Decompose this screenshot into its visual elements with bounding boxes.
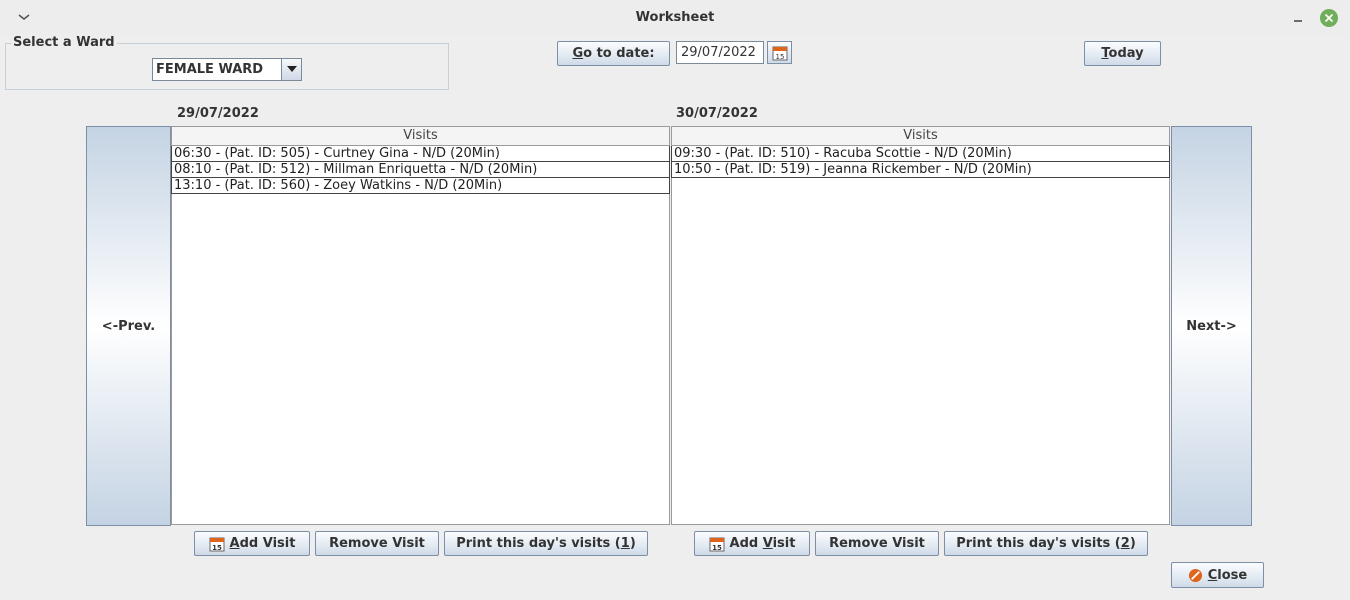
cancel-icon (1188, 568, 1202, 582)
day1-remove-visit-button[interactable]: Remove Visit (315, 531, 439, 556)
go-to-date-label: Go to date: (572, 46, 655, 61)
calendar-icon: 15 (709, 537, 725, 552)
list-item[interactable]: 10:50 - (Pat. ID: 519) - Jeanna Rickembe… (672, 162, 1169, 178)
date-picker-button[interactable]: 15 (767, 41, 792, 64)
today-label: Today (1101, 46, 1144, 61)
day1-print-visits-button[interactable]: Print this day's visits (1) (444, 531, 648, 556)
ward-group-label: Select a Ward (11, 35, 117, 50)
minimize-icon[interactable] (1291, 10, 1305, 24)
go-to-date-button[interactable]: Go to date: (557, 41, 670, 66)
next-button[interactable]: Next-> (1171, 126, 1252, 526)
day2-remove-visit-button[interactable]: Remove Visit (815, 531, 939, 556)
day1-visits-list[interactable]: Visits 06:30 - (Pat. ID: 505) - Curtney … (171, 126, 670, 525)
ward-dropdown-value: FEMALE WARD (156, 62, 264, 77)
day1-rows: 06:30 - (Pat. ID: 505) - Curtney Gina - … (171, 146, 670, 194)
close-window-button[interactable] (1320, 9, 1338, 27)
date-field[interactable]: 29/07/2022 (676, 41, 764, 64)
close-button[interactable]: Close (1171, 562, 1264, 588)
day2-add-visit-button[interactable]: 15 Add Visit (694, 531, 810, 556)
day2-date-label: 30/07/2022 (676, 106, 758, 121)
list-item[interactable]: 06:30 - (Pat. ID: 505) - Curtney Gina - … (172, 146, 669, 162)
calendar-icon: 15 (772, 46, 788, 61)
title-bar: Worksheet (0, 0, 1350, 36)
list-item[interactable]: 13:10 - (Pat. ID: 560) - Zoey Watkins - … (172, 178, 669, 194)
svg-text:15: 15 (776, 53, 785, 61)
list-item[interactable]: 09:30 - (Pat. ID: 510) - Racuba Scottie … (672, 146, 1169, 162)
list-item[interactable]: 08:10 - (Pat. ID: 512) - Millman Enrique… (172, 162, 669, 178)
svg-text:15: 15 (712, 544, 722, 552)
today-button[interactable]: Today (1084, 41, 1161, 66)
prev-button[interactable]: <-Prev. (86, 126, 171, 526)
day2-column-header: Visits (672, 127, 1169, 146)
day2-print-visits-button[interactable]: Print this day's visits (2) (944, 531, 1148, 556)
dropdown-arrow[interactable] (281, 59, 301, 80)
day1-date-label: 29/07/2022 (177, 106, 259, 121)
day2-rows: 09:30 - (Pat. ID: 510) - Racuba Scottie … (671, 146, 1170, 178)
day2-print-label: Print this day's visits (2) (956, 536, 1136, 551)
ward-dropdown[interactable]: FEMALE WARD (152, 58, 302, 81)
day2-visits-list[interactable]: Visits 09:30 - (Pat. ID: 510) - Racuba S… (671, 126, 1170, 525)
date-field-value: 29/07/2022 (681, 45, 756, 60)
svg-text:15: 15 (212, 544, 222, 552)
close-label: Close (1207, 567, 1248, 583)
window-title: Worksheet (635, 10, 715, 25)
day1-add-visit-label: Add Visit (229, 536, 296, 551)
day1-print-label: Print this day's visits (1) (456, 536, 636, 551)
calendar-icon: 15 (209, 537, 225, 552)
triangle-down-icon (287, 66, 297, 72)
day2-add-visit-label: Add Visit (729, 536, 796, 551)
close-icon (1324, 13, 1334, 23)
day1-add-visit-button[interactable]: 15 Add Visit (194, 531, 310, 556)
day1-column-header: Visits (172, 127, 669, 146)
